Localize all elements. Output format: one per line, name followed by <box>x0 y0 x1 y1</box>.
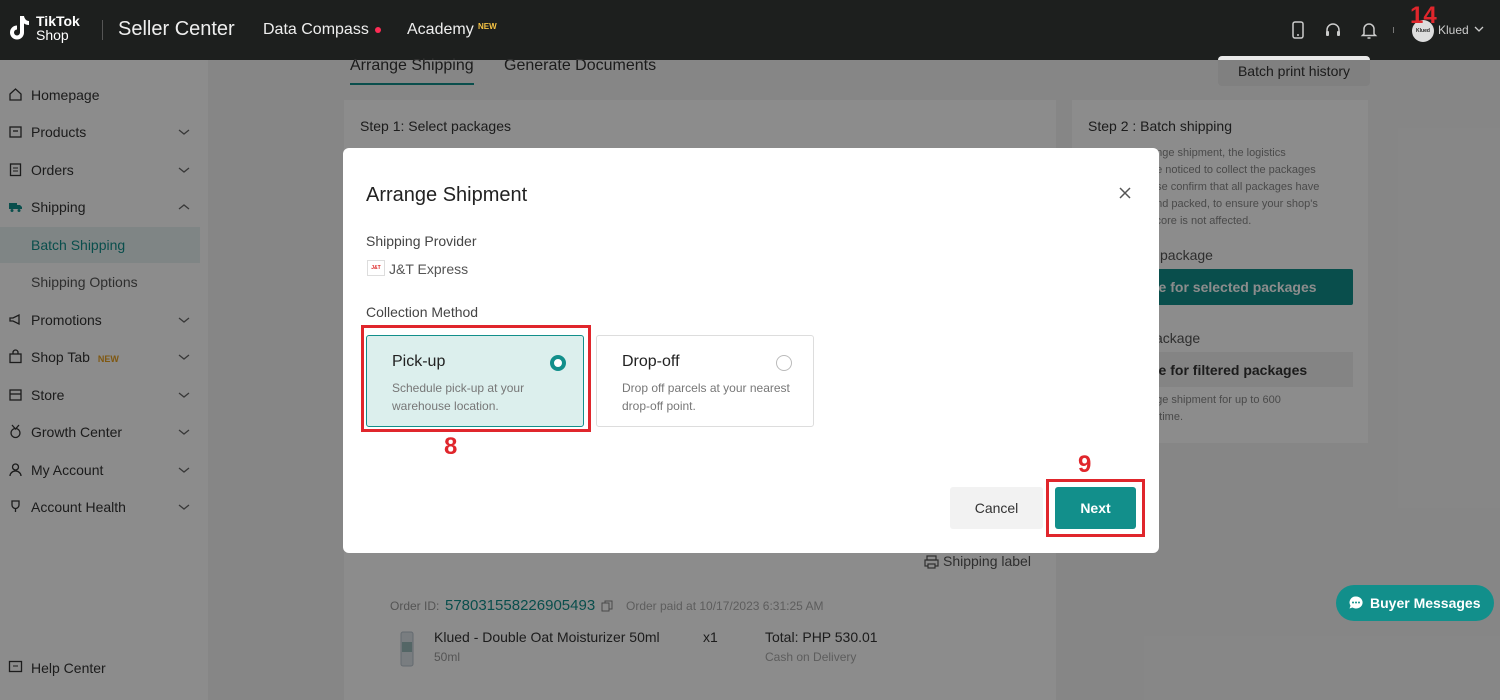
divider <box>102 20 103 40</box>
jt-express-logo: J&T <box>367 260 385 276</box>
notification-dot <box>374 26 381 33</box>
tiktok-shop-logo[interactable]: TikTok Shop <box>8 14 80 42</box>
nav-data-compass-label: Data Compass <box>263 21 369 38</box>
seller-center-title[interactable]: Seller Center <box>118 18 235 41</box>
nav-academy[interactable]: Academy <box>407 21 474 39</box>
annotation-box-pickup <box>361 325 591 432</box>
dropoff-radio[interactable] <box>776 355 792 371</box>
academy-new-badge: NEW <box>478 22 497 31</box>
dropoff-option[interactable]: Drop-off Drop off parcels at your neares… <box>596 335 814 427</box>
chevron-down-icon[interactable] <box>1474 24 1484 34</box>
annotation-9: 9 <box>1078 451 1092 478</box>
collection-method-label: Collection Method <box>366 304 479 320</box>
top-bar: TikTok Shop Seller Center Data Compass A… <box>0 0 1500 60</box>
annotation-box-next <box>1046 479 1145 537</box>
buyer-messages-label: Buyer Messages <box>1370 595 1481 611</box>
cancel-button[interactable]: Cancel <box>950 487 1043 529</box>
shipping-provider-name: J&T Express <box>389 261 469 277</box>
logo-line1: TikTok <box>36 13 80 29</box>
dropoff-option-desc: Drop off parcels at your nearest drop-of… <box>622 381 790 413</box>
logo-text: TikTok Shop <box>36 14 80 42</box>
annotation-8: 8 <box>444 433 458 460</box>
tiktok-logo-icon <box>10 16 30 40</box>
shipping-provider-label: Shipping Provider <box>366 233 477 249</box>
bell-icon[interactable] <box>1359 20 1379 40</box>
nav-data-compass[interactable]: Data Compass <box>263 21 381 39</box>
mobile-icon[interactable] <box>1288 20 1308 40</box>
logo-line2: Shop <box>36 27 69 43</box>
dialog-title: Arrange Shipment <box>366 184 528 206</box>
headset-icon[interactable] <box>1323 20 1343 40</box>
buyer-messages-button[interactable]: Buyer Messages <box>1336 585 1494 621</box>
close-icon[interactable] <box>1117 185 1133 201</box>
annotation-14: 14 <box>1410 2 1437 29</box>
dropoff-option-title: Drop-off <box>622 353 680 370</box>
chat-bubble-icon <box>1349 596 1363 609</box>
user-name[interactable]: Klued <box>1438 23 1469 37</box>
divider <box>1393 27 1394 33</box>
